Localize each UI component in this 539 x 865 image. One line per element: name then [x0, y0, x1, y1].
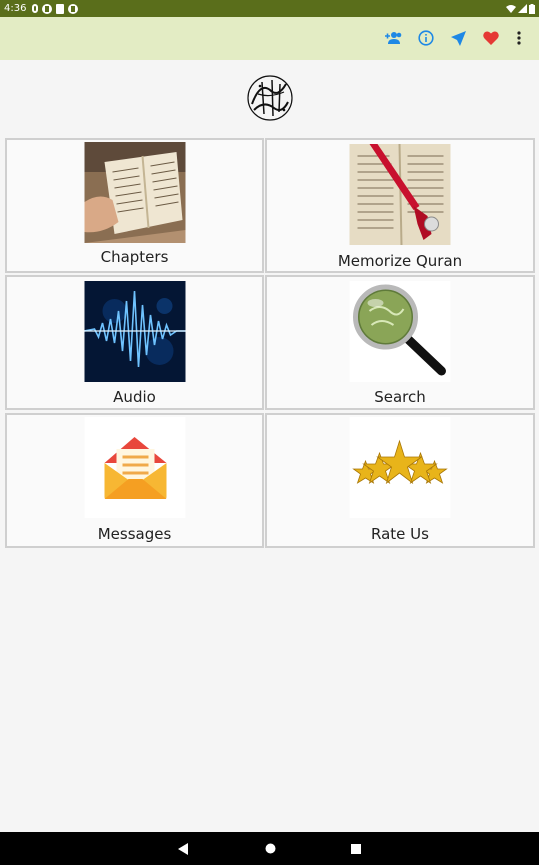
tile-label: Search [374, 388, 426, 406]
tile-memorize-quran[interactable]: Memorize Quran [265, 138, 535, 273]
wifi-icon [506, 5, 516, 13]
tile-label: Audio [113, 388, 156, 406]
tile-label: Messages [97, 525, 172, 543]
info-icon[interactable] [415, 27, 437, 49]
heart-icon[interactable] [480, 27, 502, 49]
home-icon[interactable] [250, 832, 290, 865]
quran-calligraphy-logo [242, 70, 298, 126]
status-bar: 4:36 [0, 0, 539, 17]
battery-icon [529, 3, 535, 14]
nav-bar [0, 832, 539, 865]
tile-chapters[interactable]: Chapters [5, 138, 264, 273]
group-add-icon[interactable] [383, 27, 405, 49]
tile-messages[interactable]: Messages [5, 413, 264, 548]
tile-label: Memorize Quran [337, 252, 463, 270]
quran-bookmark-image [349, 144, 451, 245]
app-notification-icon [68, 3, 79, 14]
envelope-image [84, 417, 185, 518]
back-icon[interactable] [163, 832, 203, 865]
more-vert-icon[interactable] [508, 27, 530, 49]
tile-label: Chapters [100, 248, 169, 266]
open-quran-book-image [84, 142, 185, 243]
status-time: 4:36 [4, 3, 27, 14]
stars-image [349, 417, 451, 518]
sd-card-icon [56, 3, 65, 14]
audio-waveform-image [84, 281, 185, 382]
tile-label: Rate Us [371, 525, 429, 543]
tile-search[interactable]: Search [265, 275, 535, 410]
app-bar [0, 17, 539, 60]
send-icon[interactable] [447, 27, 469, 49]
tile-rate-us[interactable]: Rate Us [265, 413, 535, 548]
mic-icon [32, 4, 39, 13]
tile-audio[interactable]: Audio [5, 275, 264, 410]
magnifying-glass-image [349, 281, 451, 382]
recents-icon[interactable] [336, 832, 376, 865]
cell-signal-icon [518, 4, 527, 13]
app-notification-icon [42, 3, 53, 14]
